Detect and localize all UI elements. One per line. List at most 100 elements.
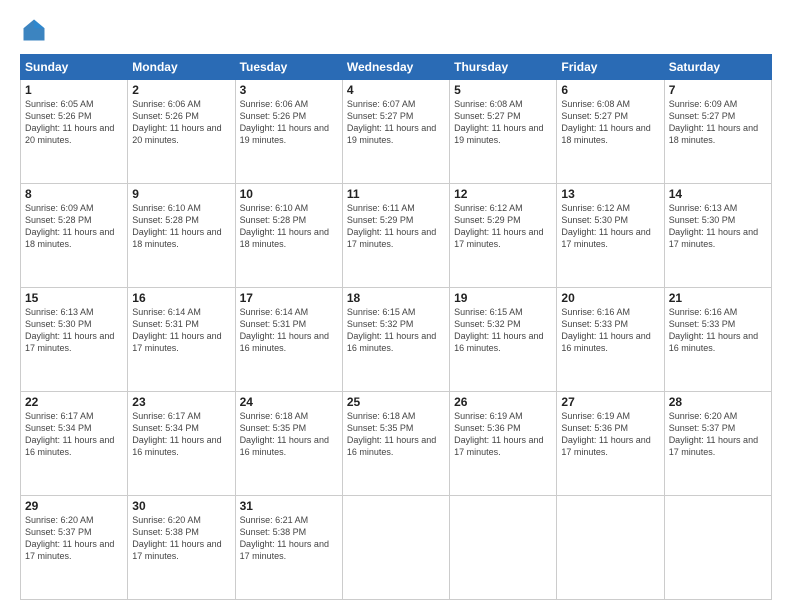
day-number: 19 bbox=[454, 291, 552, 305]
day-number: 8 bbox=[25, 187, 123, 201]
page: SundayMondayTuesdayWednesdayThursdayFrid… bbox=[0, 0, 792, 612]
calendar-day: 23Sunrise: 6:17 AMSunset: 5:34 PMDayligh… bbox=[128, 392, 235, 496]
calendar-week-row: 1Sunrise: 6:05 AMSunset: 5:26 PMDaylight… bbox=[21, 80, 772, 184]
day-info: Sunrise: 6:06 AMSunset: 5:26 PMDaylight:… bbox=[132, 98, 230, 147]
day-number: 16 bbox=[132, 291, 230, 305]
calendar-day: 27Sunrise: 6:19 AMSunset: 5:36 PMDayligh… bbox=[557, 392, 664, 496]
day-info: Sunrise: 6:16 AMSunset: 5:33 PMDaylight:… bbox=[669, 306, 767, 355]
day-number: 25 bbox=[347, 395, 445, 409]
day-number: 22 bbox=[25, 395, 123, 409]
day-info: Sunrise: 6:10 AMSunset: 5:28 PMDaylight:… bbox=[132, 202, 230, 251]
calendar-day: 2Sunrise: 6:06 AMSunset: 5:26 PMDaylight… bbox=[128, 80, 235, 184]
calendar-day: 29Sunrise: 6:20 AMSunset: 5:37 PMDayligh… bbox=[21, 496, 128, 600]
day-info: Sunrise: 6:19 AMSunset: 5:36 PMDaylight:… bbox=[454, 410, 552, 459]
calendar-day: 10Sunrise: 6:10 AMSunset: 5:28 PMDayligh… bbox=[235, 184, 342, 288]
col-header-saturday: Saturday bbox=[664, 55, 771, 80]
day-info: Sunrise: 6:21 AMSunset: 5:38 PMDaylight:… bbox=[240, 514, 338, 563]
col-header-thursday: Thursday bbox=[450, 55, 557, 80]
calendar-day: 9Sunrise: 6:10 AMSunset: 5:28 PMDaylight… bbox=[128, 184, 235, 288]
calendar-day: 22Sunrise: 6:17 AMSunset: 5:34 PMDayligh… bbox=[21, 392, 128, 496]
day-info: Sunrise: 6:17 AMSunset: 5:34 PMDaylight:… bbox=[132, 410, 230, 459]
calendar-day: 25Sunrise: 6:18 AMSunset: 5:35 PMDayligh… bbox=[342, 392, 449, 496]
day-number: 11 bbox=[347, 187, 445, 201]
day-info: Sunrise: 6:15 AMSunset: 5:32 PMDaylight:… bbox=[454, 306, 552, 355]
day-number: 23 bbox=[132, 395, 230, 409]
day-info: Sunrise: 6:14 AMSunset: 5:31 PMDaylight:… bbox=[240, 306, 338, 355]
header bbox=[20, 16, 772, 44]
calendar-day: 3Sunrise: 6:06 AMSunset: 5:26 PMDaylight… bbox=[235, 80, 342, 184]
col-header-friday: Friday bbox=[557, 55, 664, 80]
calendar-day: 7Sunrise: 6:09 AMSunset: 5:27 PMDaylight… bbox=[664, 80, 771, 184]
day-number: 5 bbox=[454, 83, 552, 97]
calendar-day: 16Sunrise: 6:14 AMSunset: 5:31 PMDayligh… bbox=[128, 288, 235, 392]
calendar-day: 8Sunrise: 6:09 AMSunset: 5:28 PMDaylight… bbox=[21, 184, 128, 288]
day-number: 13 bbox=[561, 187, 659, 201]
day-number: 4 bbox=[347, 83, 445, 97]
calendar-day bbox=[450, 496, 557, 600]
col-header-tuesday: Tuesday bbox=[235, 55, 342, 80]
col-header-monday: Monday bbox=[128, 55, 235, 80]
day-info: Sunrise: 6:18 AMSunset: 5:35 PMDaylight:… bbox=[347, 410, 445, 459]
day-number: 24 bbox=[240, 395, 338, 409]
day-number: 27 bbox=[561, 395, 659, 409]
calendar-day: 13Sunrise: 6:12 AMSunset: 5:30 PMDayligh… bbox=[557, 184, 664, 288]
day-info: Sunrise: 6:05 AMSunset: 5:26 PMDaylight:… bbox=[25, 98, 123, 147]
calendar-day: 12Sunrise: 6:12 AMSunset: 5:29 PMDayligh… bbox=[450, 184, 557, 288]
day-number: 31 bbox=[240, 499, 338, 513]
calendar-day: 19Sunrise: 6:15 AMSunset: 5:32 PMDayligh… bbox=[450, 288, 557, 392]
calendar-week-row: 8Sunrise: 6:09 AMSunset: 5:28 PMDaylight… bbox=[21, 184, 772, 288]
day-info: Sunrise: 6:12 AMSunset: 5:29 PMDaylight:… bbox=[454, 202, 552, 251]
day-number: 6 bbox=[561, 83, 659, 97]
day-info: Sunrise: 6:09 AMSunset: 5:28 PMDaylight:… bbox=[25, 202, 123, 251]
calendar-day: 1Sunrise: 6:05 AMSunset: 5:26 PMDaylight… bbox=[21, 80, 128, 184]
calendar-day bbox=[664, 496, 771, 600]
day-number: 9 bbox=[132, 187, 230, 201]
day-info: Sunrise: 6:12 AMSunset: 5:30 PMDaylight:… bbox=[561, 202, 659, 251]
day-info: Sunrise: 6:20 AMSunset: 5:37 PMDaylight:… bbox=[669, 410, 767, 459]
calendar-day: 31Sunrise: 6:21 AMSunset: 5:38 PMDayligh… bbox=[235, 496, 342, 600]
day-info: Sunrise: 6:20 AMSunset: 5:38 PMDaylight:… bbox=[132, 514, 230, 563]
day-info: Sunrise: 6:20 AMSunset: 5:37 PMDaylight:… bbox=[25, 514, 123, 563]
calendar-day: 5Sunrise: 6:08 AMSunset: 5:27 PMDaylight… bbox=[450, 80, 557, 184]
day-number: 1 bbox=[25, 83, 123, 97]
calendar-day: 14Sunrise: 6:13 AMSunset: 5:30 PMDayligh… bbox=[664, 184, 771, 288]
calendar-day: 24Sunrise: 6:18 AMSunset: 5:35 PMDayligh… bbox=[235, 392, 342, 496]
day-number: 14 bbox=[669, 187, 767, 201]
calendar-day: 28Sunrise: 6:20 AMSunset: 5:37 PMDayligh… bbox=[664, 392, 771, 496]
day-number: 17 bbox=[240, 291, 338, 305]
day-info: Sunrise: 6:07 AMSunset: 5:27 PMDaylight:… bbox=[347, 98, 445, 147]
day-info: Sunrise: 6:13 AMSunset: 5:30 PMDaylight:… bbox=[25, 306, 123, 355]
day-info: Sunrise: 6:15 AMSunset: 5:32 PMDaylight:… bbox=[347, 306, 445, 355]
logo bbox=[20, 16, 52, 44]
day-number: 20 bbox=[561, 291, 659, 305]
calendar-day: 15Sunrise: 6:13 AMSunset: 5:30 PMDayligh… bbox=[21, 288, 128, 392]
day-number: 3 bbox=[240, 83, 338, 97]
day-number: 28 bbox=[669, 395, 767, 409]
day-info: Sunrise: 6:06 AMSunset: 5:26 PMDaylight:… bbox=[240, 98, 338, 147]
calendar-week-row: 22 Sunrise: 6:17 AMSunset: 5:34 PMDayligh… bbox=[21, 392, 772, 496]
calendar-day bbox=[557, 496, 664, 600]
day-number: 2 bbox=[132, 83, 230, 97]
day-number: 15 bbox=[25, 291, 123, 305]
day-info: Sunrise: 6:10 AMSunset: 5:28 PMDaylight:… bbox=[240, 202, 338, 251]
col-header-sunday: Sunday bbox=[21, 55, 128, 80]
calendar-day: 18Sunrise: 6:15 AMSunset: 5:32 PMDayligh… bbox=[342, 288, 449, 392]
day-info: Sunrise: 6:16 AMSunset: 5:33 PMDaylight:… bbox=[561, 306, 659, 355]
logo-icon bbox=[20, 16, 48, 44]
day-info: Sunrise: 6:18 AMSunset: 5:35 PMDaylight:… bbox=[240, 410, 338, 459]
day-info: Sunrise: 6:09 AMSunset: 5:27 PMDaylight:… bbox=[669, 98, 767, 147]
calendar-day: 11Sunrise: 6:11 AMSunset: 5:29 PMDayligh… bbox=[342, 184, 449, 288]
calendar-day bbox=[342, 496, 449, 600]
calendar-day: 21Sunrise: 6:16 AMSunset: 5:33 PMDayligh… bbox=[664, 288, 771, 392]
day-info: Sunrise: 6:08 AMSunset: 5:27 PMDaylight:… bbox=[561, 98, 659, 147]
day-number: 30 bbox=[132, 499, 230, 513]
calendar-table: SundayMondayTuesdayWednesdayThursdayFrid… bbox=[20, 54, 772, 600]
calendar-day: 30Sunrise: 6:20 AMSunset: 5:38 PMDayligh… bbox=[128, 496, 235, 600]
day-number: 21 bbox=[669, 291, 767, 305]
day-number: 7 bbox=[669, 83, 767, 97]
calendar-day: 4Sunrise: 6:07 AMSunset: 5:27 PMDaylight… bbox=[342, 80, 449, 184]
calendar-day: 26Sunrise: 6:19 AMSunset: 5:36 PMDayligh… bbox=[450, 392, 557, 496]
day-number: 26 bbox=[454, 395, 552, 409]
day-info: Sunrise: 6:13 AMSunset: 5:30 PMDaylight:… bbox=[669, 202, 767, 251]
calendar-header-row: SundayMondayTuesdayWednesdayThursdayFrid… bbox=[21, 55, 772, 80]
